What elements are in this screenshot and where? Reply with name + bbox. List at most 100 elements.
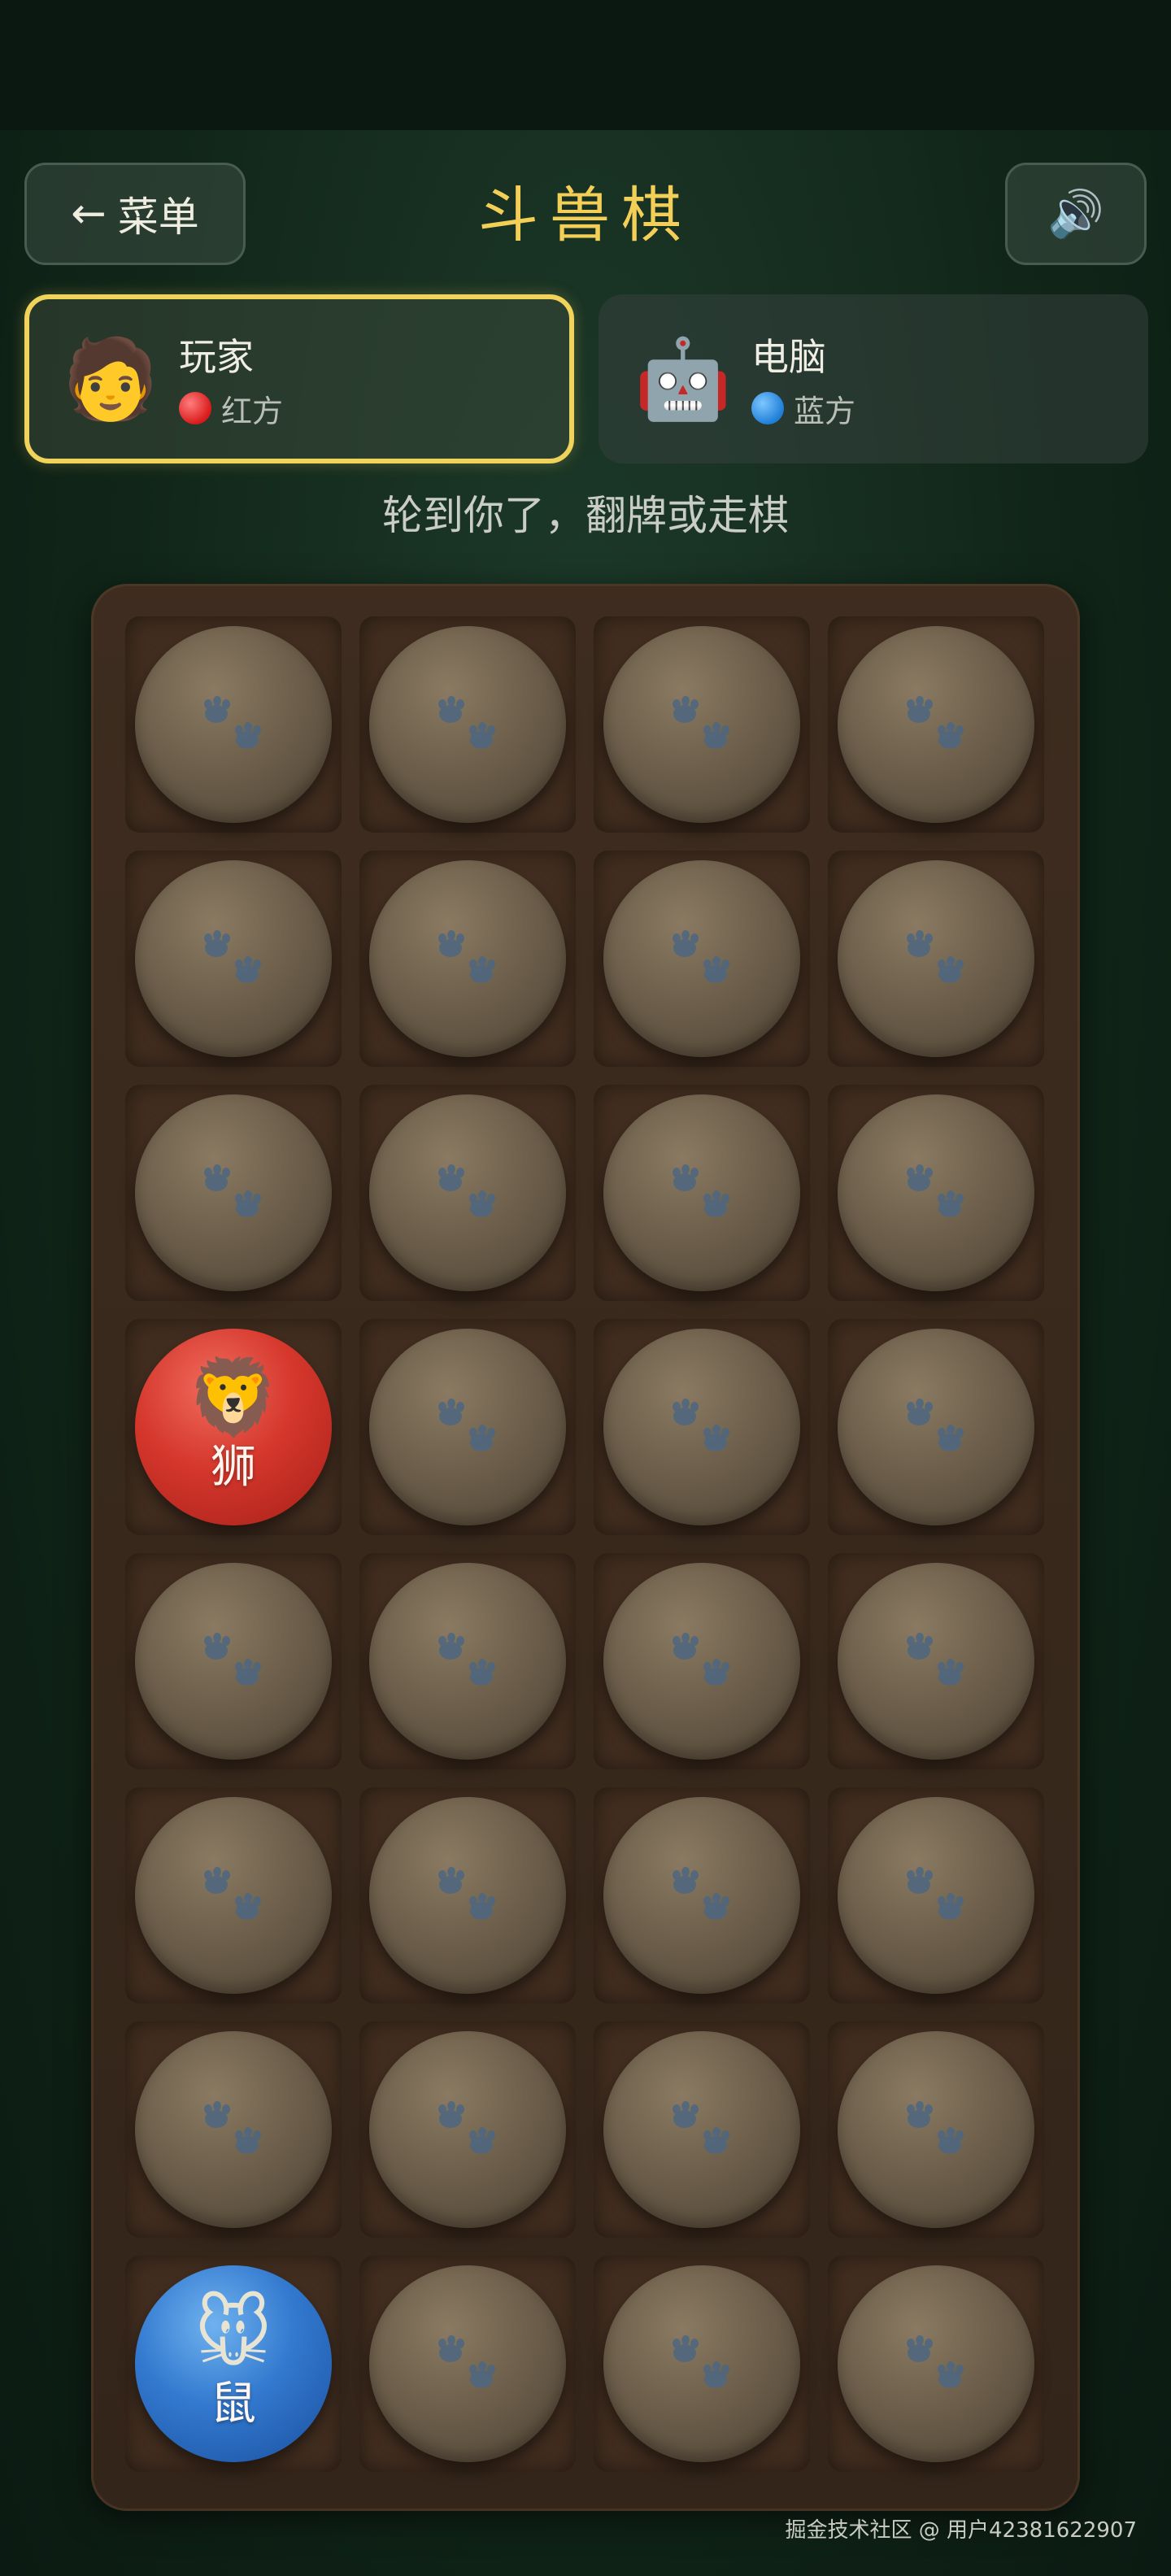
board-cell[interactable]	[594, 616, 810, 833]
player-side: 红方	[221, 393, 284, 429]
board-cell[interactable]	[125, 2021, 342, 2238]
computer-name: 电脑	[751, 334, 826, 379]
face-down-piece[interactable]	[603, 2265, 800, 2462]
face-down-piece[interactable]	[838, 1329, 1034, 1525]
board-cell[interactable]	[828, 1553, 1044, 1769]
animal-icon: 🐭	[194, 2291, 272, 2378]
paw-icon	[673, 1633, 729, 1686]
face-down-piece[interactable]	[838, 860, 1034, 1057]
menu-label: 菜单	[117, 194, 199, 241]
paw-icon	[673, 2335, 729, 2388]
board-cell[interactable]	[594, 1553, 810, 1769]
board-cell[interactable]: 🦁 狮	[125, 1319, 342, 1535]
paw-icon	[673, 1399, 729, 1451]
board-cell[interactable]	[125, 1085, 342, 1301]
paw-icon	[204, 2101, 261, 2154]
board-cell[interactable]	[359, 1553, 576, 1769]
face-down-piece[interactable]	[603, 1797, 800, 1994]
face-down-piece[interactable]	[838, 2031, 1034, 2228]
game-title: 斗兽棋	[478, 181, 693, 250]
face-down-piece[interactable]	[603, 626, 800, 823]
player-card-computer: 🤖 电脑 蓝方	[599, 294, 1148, 463]
board-cell[interactable]	[359, 2021, 576, 2238]
board-cell[interactable]	[828, 1787, 1044, 2004]
face-down-piece[interactable]	[369, 2031, 566, 2228]
face-down-piece[interactable]	[135, 2031, 332, 2228]
face-down-piece[interactable]	[838, 626, 1034, 823]
board-cell[interactable]	[125, 851, 342, 1067]
paw-icon	[673, 696, 729, 749]
status-bar	[0, 0, 1171, 130]
face-down-piece[interactable]	[369, 1563, 566, 1760]
paw-icon	[438, 1867, 495, 1920]
board-cell[interactable]	[594, 1085, 810, 1301]
face-down-piece[interactable]	[369, 1329, 566, 1525]
board-cell[interactable]	[359, 1787, 576, 2004]
face-down-piece[interactable]	[838, 2265, 1034, 2462]
animal-icon: 🦁	[186, 1354, 281, 1441]
piece-name: 狮	[211, 1441, 256, 1494]
paw-icon	[907, 2335, 964, 2388]
board-cell[interactable]	[828, 616, 1044, 833]
face-down-piece[interactable]	[135, 626, 332, 823]
red-piece[interactable]: 🦁 狮	[135, 1329, 332, 1525]
face-down-piece[interactable]	[838, 1094, 1034, 1291]
player-card-human: 🧑 玩家 红方	[24, 294, 574, 463]
computer-side: 蓝方	[794, 393, 856, 429]
board-cell[interactable]	[359, 616, 576, 833]
robot-avatar-icon: 🤖	[634, 333, 732, 424]
board-cell[interactable]	[359, 1085, 576, 1301]
back-arrow-icon: ←	[71, 189, 107, 238]
face-down-piece[interactable]	[135, 1563, 332, 1760]
sound-toggle-button[interactable]: 🔊	[1005, 163, 1147, 265]
board-cell[interactable]	[359, 2256, 576, 2472]
paw-icon	[907, 696, 964, 749]
board-cell[interactable]	[828, 851, 1044, 1067]
face-down-piece[interactable]	[369, 860, 566, 1057]
face-down-piece[interactable]	[603, 860, 800, 1057]
face-down-piece[interactable]	[838, 1563, 1034, 1760]
face-down-piece[interactable]	[838, 1797, 1034, 1994]
paw-icon	[438, 930, 495, 983]
face-down-piece[interactable]	[135, 860, 332, 1057]
board-cell[interactable]	[828, 2021, 1044, 2238]
board-cell[interactable]	[594, 851, 810, 1067]
paw-icon	[438, 2335, 495, 2388]
face-down-piece[interactable]	[369, 626, 566, 823]
paw-icon	[673, 930, 729, 983]
piece-name: 鼠	[211, 2378, 256, 2430]
board-cell[interactable]	[828, 1319, 1044, 1535]
blue-piece[interactable]: 🐭 鼠	[135, 2265, 332, 2462]
paw-icon	[204, 1164, 261, 1217]
face-down-piece[interactable]	[603, 1563, 800, 1760]
paw-icon	[673, 1164, 729, 1217]
board-cell[interactable]	[125, 1553, 342, 1769]
paw-icon	[438, 2101, 495, 2154]
face-down-piece[interactable]	[603, 1094, 800, 1291]
face-down-piece[interactable]	[603, 1329, 800, 1525]
board-cell[interactable]	[594, 1319, 810, 1535]
face-down-piece[interactable]	[603, 2031, 800, 2228]
face-down-piece[interactable]	[369, 1797, 566, 1994]
board-cell[interactable]	[359, 851, 576, 1067]
blue-dot-icon	[751, 392, 784, 424]
board-cell[interactable]	[594, 1787, 810, 2004]
player-name: 玩家	[179, 334, 254, 379]
board-cell[interactable]	[125, 616, 342, 833]
face-down-piece[interactable]	[135, 1797, 332, 1994]
board-cell[interactable]	[359, 1319, 576, 1535]
board-cell[interactable]	[125, 1787, 342, 2004]
board-cell[interactable]	[594, 2256, 810, 2472]
paw-icon	[907, 2101, 964, 2154]
back-menu-button[interactable]: ← 菜单	[24, 163, 246, 265]
board-cell[interactable]	[594, 2021, 810, 2238]
face-down-piece[interactable]	[369, 1094, 566, 1291]
board-cell[interactable]	[828, 1085, 1044, 1301]
paw-icon	[204, 1633, 261, 1686]
face-down-piece[interactable]	[369, 2265, 566, 2462]
board-cell[interactable]	[828, 2256, 1044, 2472]
paw-icon	[907, 930, 964, 983]
face-down-piece[interactable]	[135, 1094, 332, 1291]
board-cell[interactable]: 🐭 鼠	[125, 2256, 342, 2472]
paw-icon	[673, 1867, 729, 1920]
